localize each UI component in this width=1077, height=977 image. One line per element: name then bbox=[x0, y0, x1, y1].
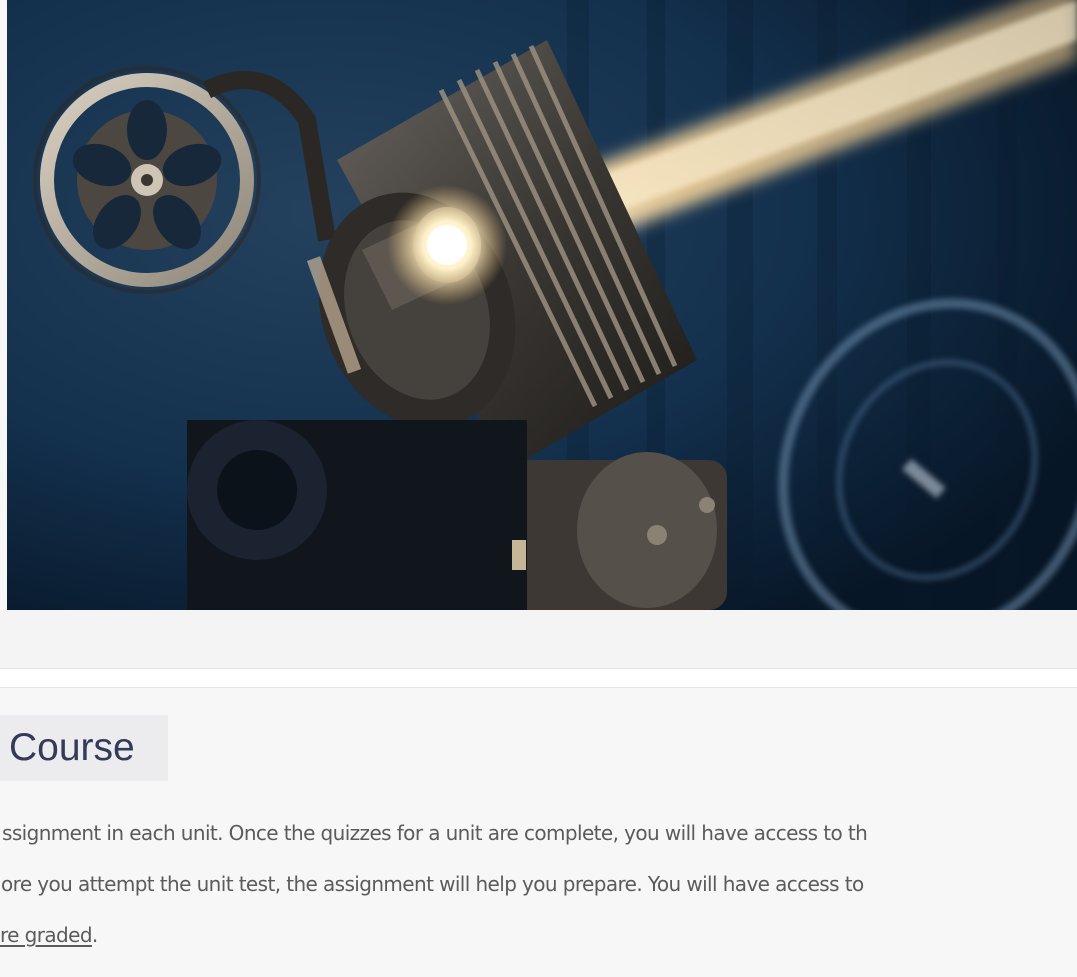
description-line-3-end: . bbox=[91, 923, 98, 947]
course-hero-image bbox=[7, 0, 1077, 610]
graded-link[interactable]: re graded bbox=[0, 923, 93, 947]
course-section: Course ssignment in each unit. Once the … bbox=[0, 688, 1077, 977]
page: Course ssignment in each unit. Once the … bbox=[0, 0, 1077, 977]
image-bottom-band bbox=[0, 610, 1077, 669]
description-line-3: re graded. bbox=[0, 920, 98, 950]
description-line-2: ore you attempt the unit test, the assig… bbox=[1, 872, 864, 896]
description-line-1: ssignment in each unit. Once the quizzes… bbox=[2, 821, 868, 845]
section-divider bbox=[0, 669, 1077, 688]
course-title: Course bbox=[0, 715, 168, 781]
